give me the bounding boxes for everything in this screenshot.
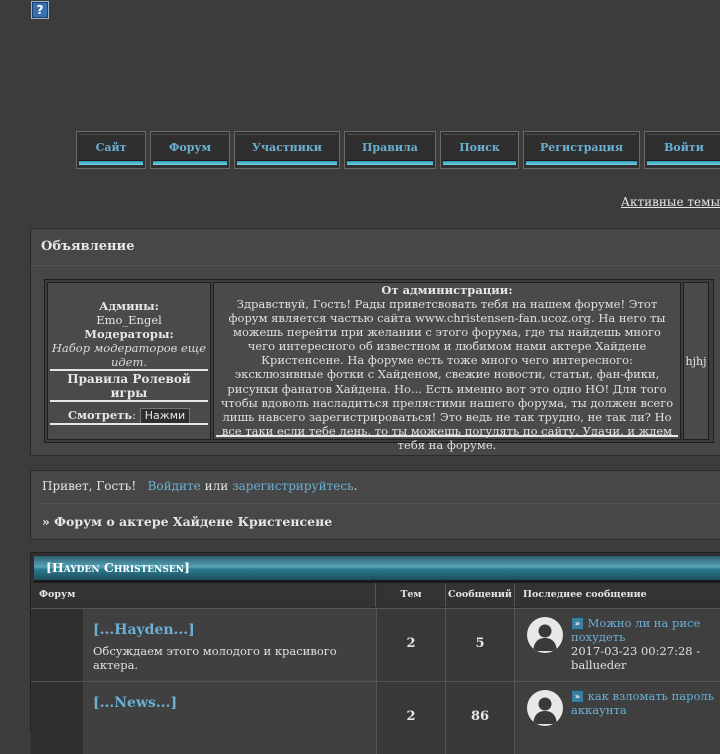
- guest-greeting: Привет, Гость! Войдите или зарегистрируй…: [42, 479, 357, 493]
- breadcrumb: » Форум о актере Хайдене Кристенсене: [42, 514, 333, 529]
- announcement-panel: Объявление Админы: Emo_Engel Модераторы:…: [30, 228, 720, 456]
- topics-count: 2: [377, 609, 446, 681]
- divider: [41, 503, 720, 504]
- announcement-table: Админы: Emo_Engel Модераторы: Набор моде…: [44, 279, 714, 452]
- avatar: [527, 690, 563, 726]
- forum-info: [...Hayden...] Обсуждаем этого молодого …: [83, 609, 377, 681]
- forum-row: [...News...] 2 86 » как взломать пароль …: [31, 681, 720, 754]
- active-topics-link[interactable]: Активные темы: [621, 195, 720, 209]
- category-header: [Hayden Christensen]: [34, 556, 720, 583]
- moderators-label: Модераторы:: [84, 327, 174, 341]
- admins-value: Emo_Engel: [96, 313, 162, 327]
- divider: [31, 265, 720, 266]
- admin-message-cell: От администрации: Здравствуй, Гость! Рад…: [213, 282, 681, 452]
- last-post-text: » Можно ли на рисе похудеть 2017-03-23 0…: [571, 616, 720, 672]
- divider: [216, 435, 678, 437]
- greeting-text: Привет, Гость!: [42, 479, 137, 493]
- go-to-post-icon[interactable]: »: [571, 617, 584, 630]
- last-post: » Можно ли на рисе похудеть 2017-03-23 0…: [515, 609, 720, 681]
- nav-register-button[interactable]: Регистрация: [523, 131, 640, 169]
- category-title[interactable]: [Hayden Christensen]: [46, 560, 190, 575]
- extra-cell: hjhj: [683, 282, 709, 440]
- nav-members-button[interactable]: Участники: [234, 131, 340, 169]
- staff-cell: Админы: Emo_Engel Модераторы: Набор моде…: [47, 282, 211, 440]
- topics-count: 2: [377, 682, 446, 754]
- forum-title-link[interactable]: [...Hayden...]: [93, 622, 195, 638]
- column-posts: Сообщений: [446, 583, 515, 607]
- nav-search-button[interactable]: Поиск: [440, 131, 519, 169]
- help-icon[interactable]: ?: [31, 1, 49, 19]
- user-silhouette-icon: [533, 697, 557, 724]
- nav-login-button[interactable]: Войти: [644, 131, 720, 169]
- go-to-post-icon[interactable]: »: [571, 690, 584, 703]
- forum-description: Обсуждаем этого молодого и красивого акт…: [93, 644, 337, 672]
- posts-count: 5: [446, 609, 515, 681]
- view-label: Смотреть: [67, 408, 133, 422]
- column-topics: Тем: [377, 583, 446, 607]
- category-panel: [Hayden Christensen] Форум Тем Сообщений…: [30, 552, 720, 754]
- admins-label: Админы:: [99, 299, 159, 313]
- forum-info: [...News...]: [83, 682, 377, 754]
- divider: [50, 369, 208, 371]
- user-silhouette-icon: [533, 624, 557, 651]
- from-admin-title: От администрации:: [381, 283, 513, 297]
- or-text: или: [204, 479, 229, 493]
- nav-rules-button[interactable]: Правила: [344, 131, 436, 169]
- forum-title-link[interactable]: [...News...]: [93, 695, 177, 711]
- posts-count: 86: [446, 682, 515, 754]
- moderators-value: Набор модераторов еще идет.: [51, 341, 207, 369]
- last-post-link[interactable]: Можно ли на рисе похудеть: [571, 616, 700, 644]
- period-text: .: [353, 479, 358, 493]
- column-forum: Форум: [31, 583, 376, 607]
- forum-status-icon: [31, 682, 84, 754]
- column-last-post: Последнее сообщение: [515, 583, 720, 607]
- guest-panel: Привет, Гость! Войдите или зарегистрируй…: [30, 470, 720, 540]
- forum-status-icon: [31, 609, 84, 681]
- announcement-title: Объявление: [41, 239, 135, 254]
- extra-text: hjhj: [685, 355, 707, 368]
- forum-row: [...Hayden...] Обсуждаем этого молодого …: [31, 608, 720, 681]
- last-post-text: » как взломать пароль аккаунта: [571, 689, 720, 717]
- from-admin-text: Здравствуй, Гость! Рады приветсвовать те…: [220, 297, 674, 452]
- register-link[interactable]: зарегистрируйтесь: [232, 479, 354, 493]
- divider: [50, 423, 208, 425]
- last-post-link[interactable]: как взломать пароль аккаунта: [571, 689, 714, 717]
- last-post-meta: 2017-03-23 00:27:28 - ballueder: [571, 644, 701, 672]
- divider: [50, 400, 208, 402]
- nav-forum-button[interactable]: Форум: [150, 131, 230, 169]
- nav-site-button[interactable]: Сайт: [76, 131, 146, 169]
- last-post: » как взломать пароль аккаунта: [515, 682, 720, 754]
- rp-rules-label: Правила Ролевой игры: [67, 372, 191, 400]
- avatar: [527, 617, 563, 653]
- login-link[interactable]: Войдите: [148, 479, 201, 493]
